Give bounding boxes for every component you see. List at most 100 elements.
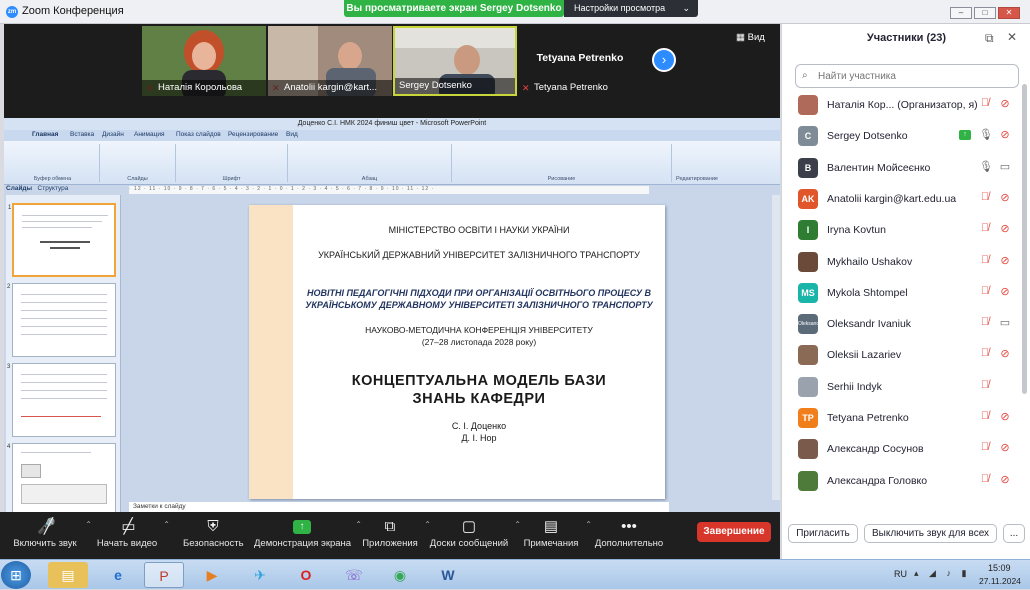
- close-window-button[interactable]: ✕: [998, 7, 1020, 19]
- close-panel-icon[interactable]: ✕: [1007, 30, 1017, 44]
- notes-button[interactable]: ▤ Примечания ⌃: [522, 516, 592, 556]
- camera-off-icon[interactable]: ⊘: [998, 222, 1012, 235]
- share-screen-button[interactable]: ↑ Демонстрация экрана ⌃: [254, 516, 362, 556]
- file-explorer-icon[interactable]: ▤: [48, 562, 88, 588]
- media-player-icon[interactable]: ▶: [192, 562, 232, 588]
- mic-muted-icon[interactable]: 🎙̸: [979, 379, 991, 391]
- participant-search-input[interactable]: [795, 64, 1019, 88]
- video-tile[interactable]: ✕ Anatolii kargin@kart...: [268, 26, 392, 96]
- ppt-tab[interactable]: Вставка: [70, 131, 94, 138]
- camera-off-icon[interactable]: ⊘: [998, 285, 1012, 298]
- mic-muted-icon[interactable]: 🎙̸: [979, 316, 991, 328]
- whiteboards-button[interactable]: ▢ Доски сообщений ⌃: [429, 516, 521, 556]
- video-gallery-strip: ✕ Наталія Корольова ✕ Anatolii kargin@ka…: [4, 24, 780, 96]
- chevron-up-icon[interactable]: ⌃: [163, 520, 170, 529]
- camera-off-icon[interactable]: ⊘: [998, 191, 1012, 204]
- ribbon-group-label: Редактирование: [676, 176, 718, 182]
- mic-icon[interactable]: 🎙: [979, 160, 993, 173]
- popout-icon[interactable]: ⧉: [985, 31, 994, 46]
- mic-muted-icon[interactable]: 🎙̸: [979, 222, 991, 234]
- participant-row[interactable]: Александр Сосунов 🎙̸ ⊘: [782, 434, 1022, 465]
- camera-icon[interactable]: ▭: [998, 160, 1012, 173]
- mic-muted-icon[interactable]: 🎙̸: [979, 473, 991, 485]
- opera-icon[interactable]: O: [286, 562, 326, 588]
- next-page-button[interactable]: ›: [652, 48, 676, 72]
- ppt-tab[interactable]: Анимация: [134, 131, 165, 138]
- slide-thumbnail[interactable]: 1: [8, 203, 116, 277]
- slide-thumbnail[interactable]: 3: [7, 363, 116, 437]
- slide-thumbnail[interactable]: 2: [7, 283, 116, 357]
- participant-row[interactable]: MS Mykola Shtompel 🎙̸ ⊘: [782, 278, 1022, 309]
- chevron-up-icon[interactable]: ⌃: [514, 520, 521, 529]
- tab-slides[interactable]: Слайды: [6, 185, 32, 192]
- video-tile[interactable]: ✕ Наталія Корольова: [142, 26, 266, 96]
- camera-off-icon[interactable]: ⊘: [998, 128, 1012, 141]
- clock-time[interactable]: 15:09: [988, 563, 1011, 573]
- mic-muted-icon[interactable]: 🎙̸: [979, 97, 991, 109]
- participant-row[interactable]: Александра Головко 🎙̸ ⊘: [782, 466, 1022, 497]
- ppt-tab[interactable]: Вид: [286, 131, 298, 138]
- camera-off-icon[interactable]: ⊘: [998, 97, 1012, 110]
- more-options-button[interactable]: ...: [1003, 524, 1025, 543]
- powerpoint-icon[interactable]: P: [144, 562, 184, 588]
- video-tile-active-speaker[interactable]: Sergey Dotsenko: [393, 26, 517, 96]
- participant-row[interactable]: Mykhailo Ushakov 🎙̸ ⊘: [782, 247, 1022, 278]
- telegram-icon[interactable]: ✈: [240, 562, 280, 588]
- end-meeting-button[interactable]: Завершение: [697, 522, 771, 542]
- video-tile[interactable]: Tetyana Petrenko ✕ Tetyana Petrenko: [518, 26, 642, 96]
- mic-muted-icon[interactable]: 🎙̸: [979, 441, 991, 453]
- invite-button[interactable]: Пригласить: [788, 524, 858, 543]
- ppt-tab[interactable]: Рецензирование: [228, 131, 278, 138]
- chevron-up-icon[interactable]: ⌃: [585, 520, 592, 529]
- security-button[interactable]: ⛨ Безопасность: [183, 516, 244, 556]
- camera-off-icon[interactable]: ⊘: [998, 410, 1012, 423]
- slide-title-line1: КОНЦЕПТУАЛЬНА МОДЕЛЬ БАЗИ: [351, 373, 607, 389]
- mic-muted-icon[interactable]: 🎙̸: [979, 254, 991, 266]
- participant-row[interactable]: Oleksii Lazariev 🎙̸ ⊘: [782, 340, 1022, 371]
- viber-icon[interactable]: ☏: [334, 562, 374, 588]
- start-button[interactable]: ⊞: [1, 561, 31, 589]
- camera-off-icon[interactable]: ⊘: [998, 254, 1012, 267]
- word-icon[interactable]: W: [428, 562, 468, 588]
- camera-off-icon[interactable]: ⊘: [998, 347, 1012, 360]
- participant-row[interactable]: AK Anatolii kargin@kart.edu.ua 🎙̸ ⊘: [782, 184, 1022, 215]
- participant-row[interactable]: B Валентин Мойсеєнко 🎙 ▭: [782, 153, 1022, 184]
- slide-scrollbar[interactable]: [772, 195, 780, 500]
- camera-off-icon[interactable]: ⊘: [998, 441, 1012, 454]
- mic-muted-icon[interactable]: 🎙̸: [979, 410, 991, 422]
- start-video-button[interactable]: ▭╱ Начать видео ⌃: [96, 516, 170, 556]
- participant-row[interactable]: I Iryna Kovtun 🎙̸ ⊘: [782, 215, 1022, 246]
- camera-off-icon[interactable]: ⊘: [998, 473, 1012, 486]
- maximize-button[interactable]: □: [974, 7, 996, 19]
- chevron-up-icon[interactable]: ⌃: [85, 520, 92, 529]
- participant-row[interactable]: Наталія Кор... (Организатор, я) 🎙̸ ⊘: [782, 90, 1022, 121]
- minimize-button[interactable]: –: [950, 7, 972, 19]
- mic-icon[interactable]: 🎙: [979, 128, 993, 141]
- internet-explorer-icon[interactable]: e: [98, 562, 138, 588]
- camera-icon[interactable]: ▭: [998, 316, 1012, 329]
- participant-row[interactable]: C Sergey Dotsenko ↑ 🎙 ⊘: [782, 121, 1022, 152]
- chrome-icon[interactable]: ◉: [380, 562, 420, 588]
- unmute-button[interactable]: 🎤╱ Включить звук ⌃: [10, 516, 92, 556]
- view-mode-button[interactable]: ▦ Вид: [736, 32, 765, 43]
- mute-all-button[interactable]: Выключить звук для всех: [864, 524, 997, 543]
- ppt-tab[interactable]: Главная: [32, 131, 58, 138]
- slide-notes-pane[interactable]: Заметки к слайду: [129, 502, 669, 512]
- tray-icons[interactable]: ▴ ◢ ♪ ▮: [914, 568, 970, 579]
- mic-muted-icon[interactable]: 🎙̸: [979, 191, 991, 203]
- apps-button[interactable]: ⧉ Приложения ⌃: [361, 516, 431, 556]
- clock-date[interactable]: 27.11.2024: [979, 576, 1021, 586]
- mic-muted-icon[interactable]: 🎙̸: [979, 285, 991, 297]
- participant-row[interactable]: TP Tetyana Petrenko 🎙̸ ⊘: [782, 403, 1022, 434]
- ppt-tab[interactable]: Дизайн: [102, 131, 124, 138]
- participant-row[interactable]: Serhii Indyk 🎙̸: [782, 372, 1022, 403]
- slide-thumbnail[interactable]: 4: [7, 443, 116, 517]
- ppt-tab[interactable]: Показ слайдов: [176, 131, 221, 138]
- participant-row[interactable]: Oleksand Oleksandr Ivaniuk 🎙̸ ▭: [782, 309, 1022, 340]
- view-settings-dropdown[interactable]: Настройки просмотра ⌄: [564, 0, 698, 17]
- language-indicator[interactable]: RU: [894, 569, 907, 579]
- more-button[interactable]: ••• Дополнительно: [594, 516, 664, 556]
- tab-outline[interactable]: Структура: [38, 185, 69, 192]
- mic-muted-icon[interactable]: 🎙̸: [979, 347, 991, 359]
- participants-scrollbar[interactable]: [1022, 84, 1027, 394]
